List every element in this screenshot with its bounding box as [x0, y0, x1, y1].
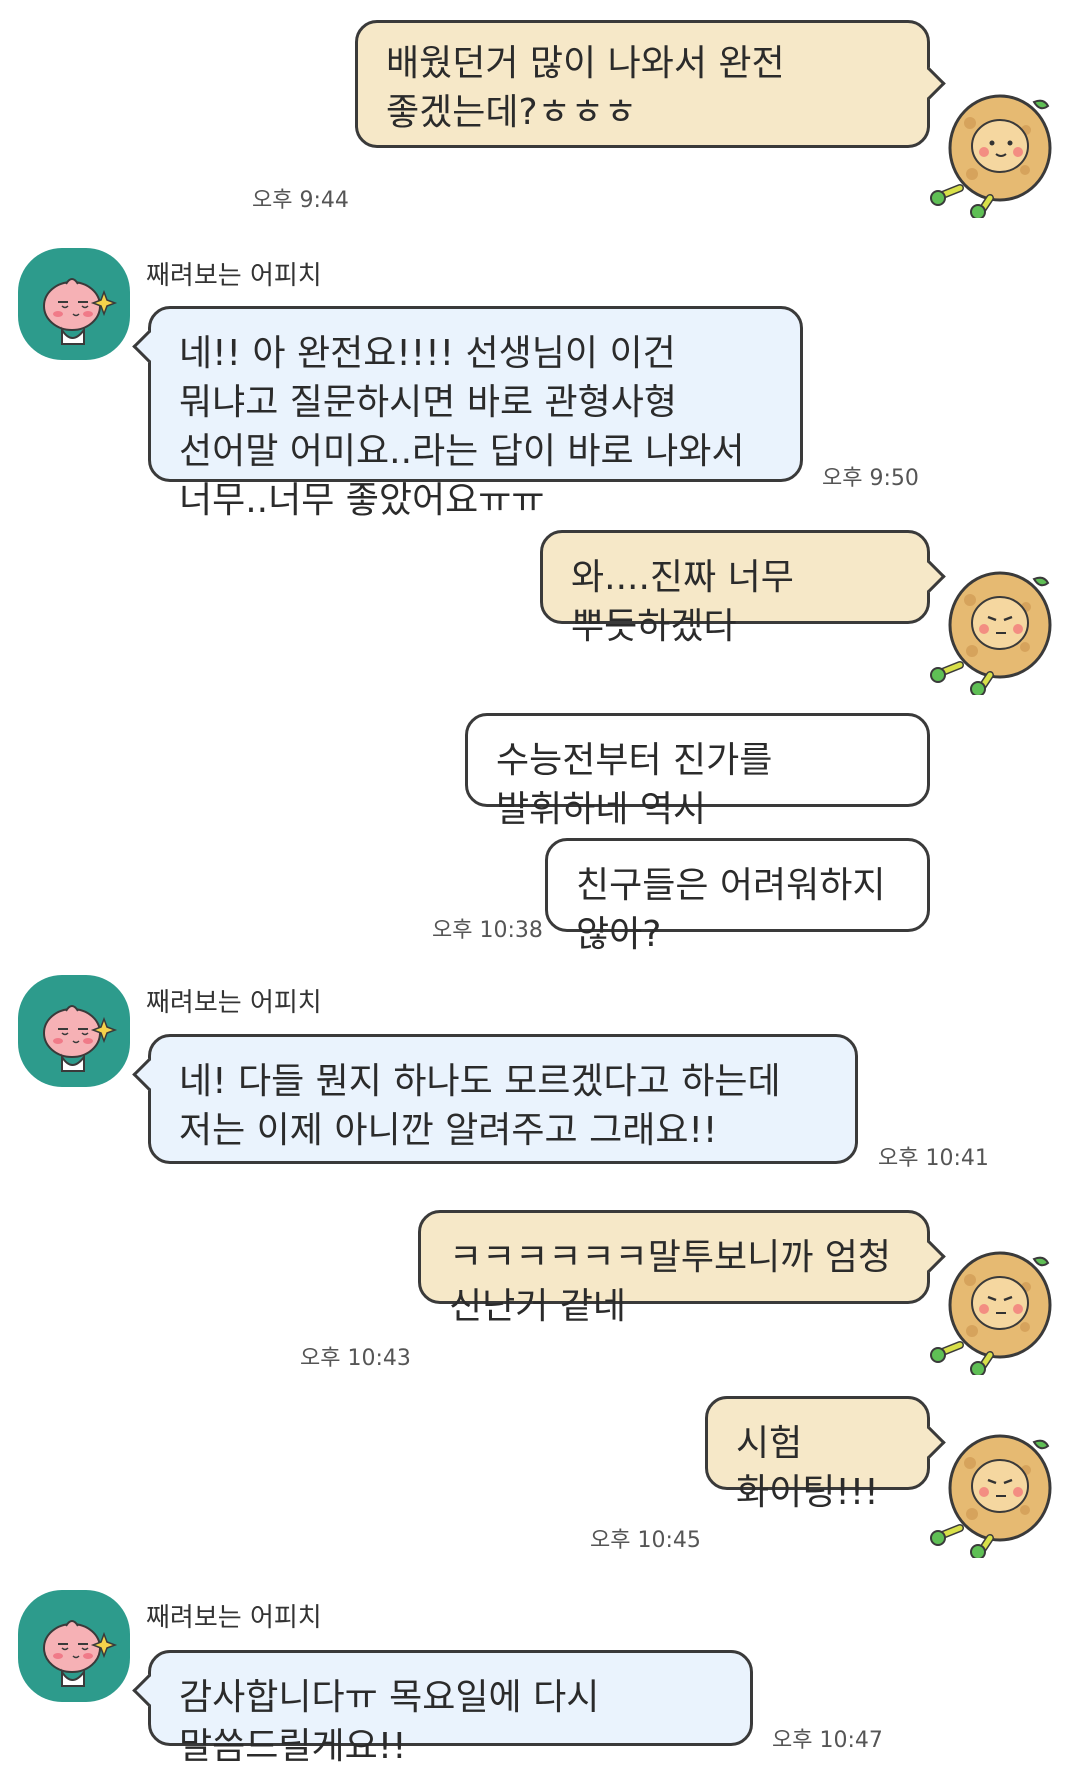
message-bubble-received[interactable]: 감사합니다ㅠ 목요일에 다시 말씀드릴게요!! — [148, 1650, 753, 1767]
message-bubble-sent[interactable]: 수능전부터 진가를 발휘하네 역시 — [465, 713, 930, 830]
sender-name: 째려보는 어피치 — [146, 1603, 322, 1633]
message-text: 네!! 아 완전요!!!! 선생님이 이건 뭐냐고 질문하시면 바로 관형사형 … — [179, 333, 745, 521]
orange-character-sticker-icon — [930, 565, 1060, 695]
message-text: 수능전부터 진가를 발휘하네 역시 — [496, 740, 773, 830]
message-bubble-sent[interactable]: 배웠던거 많이 나와서 완전 좋겠는데?ㅎㅎㅎ — [355, 20, 930, 148]
timestamp: 오후 10:38 — [432, 918, 543, 943]
message-text: 친구들은 어려워하지 않아? — [576, 865, 886, 955]
message-text: 네! 다들 뭔지 하나도 모르겠다고 하는데 저는 이제 아니깐 알려주고 그래… — [179, 1061, 781, 1151]
message-text: 감사합니다ㅠ 목요일에 다시 말씀드릴게요!! — [179, 1677, 600, 1767]
timestamp: 오후 10:43 — [300, 1346, 411, 1371]
message-bubble-sent[interactable]: 와....진짜 너무 뿌듯하겠다 — [540, 530, 930, 647]
sender-name: 째려보는 어피치 — [146, 261, 322, 291]
timestamp: 오후 9:50 — [822, 466, 919, 491]
message-text: 배웠던거 많이 나와서 완전 좋겠는데?ㅎㅎㅎ — [386, 43, 785, 133]
timestamp: 오후 10:47 — [772, 1728, 883, 1753]
message-bubble-sent[interactable]: 친구들은 어려워하지 않아? — [545, 838, 930, 955]
peach-character-avatar-icon[interactable] — [18, 1590, 130, 1702]
message-bubble-received[interactable]: 네!! 아 완전요!!!! 선생님이 이건 뭐냐고 질문하시면 바로 관형사형 … — [148, 306, 803, 521]
message-text: ㅋㅋㅋㅋㅋㅋ말투보니까 엄청 신난거 같네 — [449, 1237, 892, 1327]
message-bubble-received[interactable]: 네! 다들 뭔지 하나도 모르겠다고 하는데 저는 이제 아니깐 알려주고 그래… — [148, 1034, 858, 1164]
peach-character-avatar-icon[interactable] — [18, 975, 130, 1087]
sender-name: 째려보는 어피치 — [146, 988, 322, 1018]
message-bubble-sent[interactable]: 시험 화이팅!!! — [705, 1396, 930, 1513]
orange-character-sticker-icon — [930, 1245, 1060, 1375]
orange-character-sticker-icon — [930, 88, 1060, 218]
timestamp: 오후 9:44 — [252, 188, 349, 213]
orange-character-sticker-icon — [930, 1428, 1060, 1558]
timestamp: 오후 10:45 — [590, 1528, 701, 1553]
timestamp: 오후 10:41 — [878, 1146, 989, 1171]
peach-character-avatar-icon[interactable] — [18, 248, 130, 360]
message-text: 와....진짜 너무 뿌듯하겠다 — [571, 557, 794, 647]
message-text: 시험 화이팅!!! — [736, 1423, 879, 1513]
message-bubble-sent[interactable]: ㅋㅋㅋㅋㅋㅋ말투보니까 엄청 신난거 같네 — [418, 1210, 930, 1327]
